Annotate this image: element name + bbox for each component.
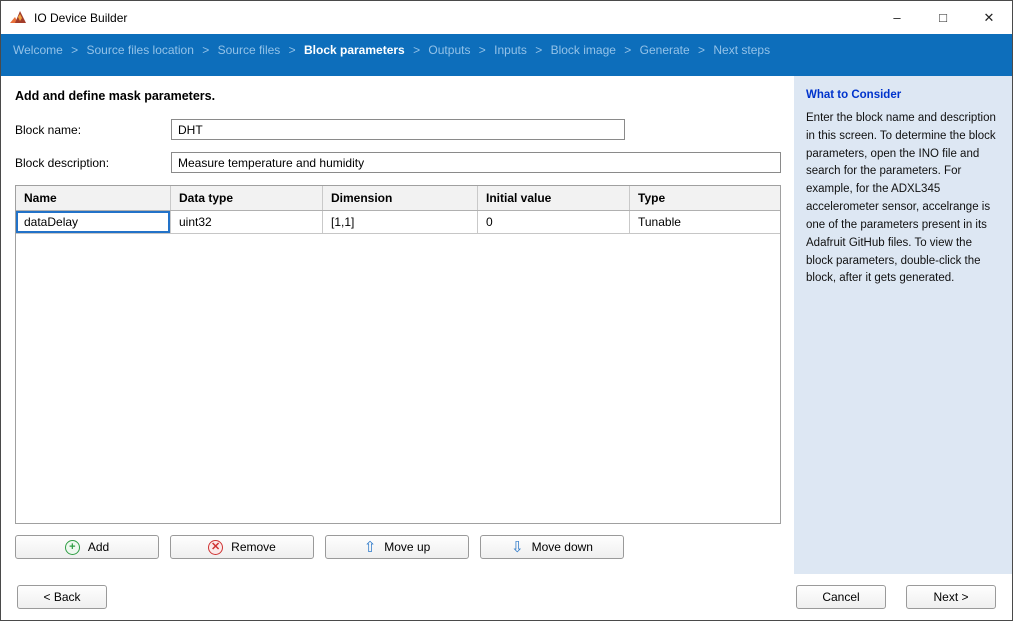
- header-dimension: Dimension: [323, 186, 478, 210]
- breadcrumb-separator: >: [479, 43, 486, 57]
- instruction-text: Add and define mask parameters.: [15, 89, 784, 103]
- remove-icon: ✕: [208, 540, 223, 555]
- add-icon: +: [65, 540, 80, 555]
- breadcrumb-separator: >: [202, 43, 209, 57]
- header-initial-value: Initial value: [478, 186, 630, 210]
- io-device-builder-window: IO Device Builder – □ ✕ Welcome > Source…: [0, 0, 1013, 621]
- breadcrumb-step-generate: Generate: [640, 43, 690, 57]
- cell-name[interactable]: dataDelay: [16, 211, 171, 233]
- window-title: IO Device Builder: [34, 11, 127, 25]
- help-panel-title: What to Consider: [806, 89, 1000, 101]
- cell-dimension[interactable]: [1,1]: [323, 211, 478, 233]
- breadcrumb-step-next-steps: Next steps: [713, 43, 770, 57]
- breadcrumb-step-inputs: Inputs: [494, 43, 527, 57]
- breadcrumb: Welcome > Source files location > Source…: [1, 34, 1012, 76]
- header-data-type: Data type: [171, 186, 323, 210]
- matlab-app-icon: [10, 10, 27, 25]
- move-down-button-label: Move down: [532, 540, 593, 554]
- breadcrumb-step-block-parameters: Block parameters: [304, 43, 405, 57]
- breadcrumb-separator: >: [289, 43, 296, 57]
- breadcrumb-separator: >: [413, 43, 420, 57]
- move-up-button-label: Move up: [384, 540, 430, 554]
- block-description-label: Block description:: [15, 156, 171, 170]
- add-button-label: Add: [88, 540, 109, 554]
- breadcrumb-separator: >: [624, 43, 631, 57]
- main-panel: Add and define mask parameters. Block na…: [1, 76, 794, 574]
- move-down-button[interactable]: ⇩ Move down: [480, 535, 624, 559]
- breadcrumb-step-welcome: Welcome: [13, 43, 63, 57]
- maximize-button[interactable]: □: [920, 1, 966, 34]
- help-panel: What to Consider Enter the block name an…: [794, 76, 1012, 574]
- breadcrumb-step-source-files: Source files: [218, 43, 281, 57]
- table-row: dataDelay uint32 [1,1] 0 Tunable: [16, 211, 780, 234]
- breadcrumb-separator: >: [71, 43, 78, 57]
- minimize-button[interactable]: –: [874, 1, 920, 34]
- cell-initial-value[interactable]: 0: [478, 211, 630, 233]
- breadcrumb-step-source-files-location: Source files location: [87, 43, 194, 57]
- cancel-button[interactable]: Cancel: [796, 585, 886, 609]
- close-button[interactable]: ✕: [966, 1, 1012, 34]
- breadcrumb-separator: >: [698, 43, 705, 57]
- help-panel-text: Enter the block name and description in …: [806, 110, 1000, 288]
- cell-data-type[interactable]: uint32: [171, 211, 323, 233]
- remove-button-label: Remove: [231, 540, 276, 554]
- header-name: Name: [16, 186, 171, 210]
- block-description-input[interactable]: [171, 152, 781, 173]
- cell-type[interactable]: Tunable: [630, 211, 780, 233]
- breadcrumb-step-block-image: Block image: [551, 43, 616, 57]
- add-button[interactable]: + Add: [15, 535, 159, 559]
- breadcrumb-step-outputs: Outputs: [428, 43, 470, 57]
- block-name-input[interactable]: [171, 119, 625, 140]
- move-up-icon: ⇧: [364, 540, 377, 555]
- next-button[interactable]: Next >: [906, 585, 996, 609]
- block-name-label: Block name:: [15, 123, 171, 137]
- window-controls: – □ ✕: [874, 1, 1012, 34]
- footer-bar: < Back Cancel Next >: [1, 574, 1012, 620]
- move-down-icon: ⇩: [511, 540, 524, 555]
- parameters-table: Name Data type Dimension Initial value T…: [15, 185, 781, 524]
- move-up-button[interactable]: ⇧ Move up: [325, 535, 469, 559]
- table-empty-area: [16, 234, 780, 523]
- parameters-table-header: Name Data type Dimension Initial value T…: [16, 186, 780, 211]
- remove-button[interactable]: ✕ Remove: [170, 535, 314, 559]
- back-button[interactable]: < Back: [17, 585, 107, 609]
- title-bar: IO Device Builder – □ ✕: [1, 1, 1012, 34]
- breadcrumb-separator: >: [535, 43, 542, 57]
- header-type: Type: [630, 186, 780, 210]
